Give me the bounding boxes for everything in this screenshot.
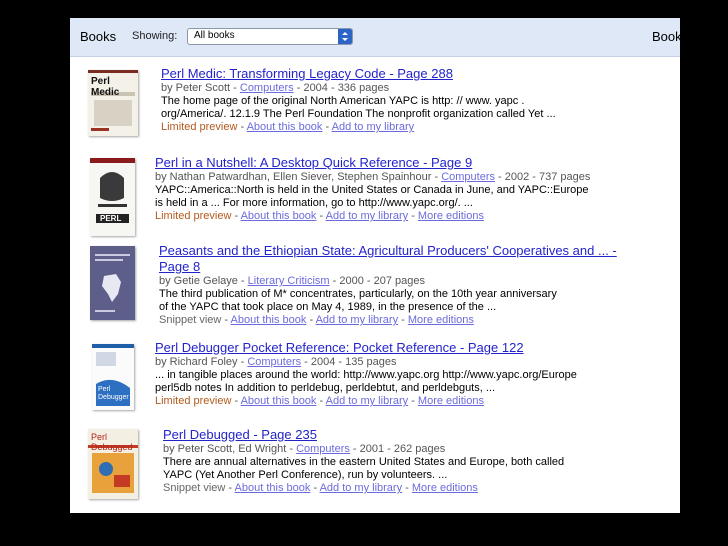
result-links: Limited preview - About this book - Add … (155, 210, 484, 222)
category-link[interactable]: Computers (240, 82, 294, 94)
more-editions-link[interactable]: More editions (408, 314, 474, 326)
result-meta: by Getie Gelaye - Literary Criticism - 2… (159, 275, 425, 287)
result-links: Limited preview - About this book - Add … (155, 395, 484, 407)
result-title[interactable]: Perl Debugged - Page 235 (163, 427, 564, 443)
more-editions-link[interactable]: More editions (412, 482, 478, 494)
add-library-link[interactable]: Add to my library (316, 314, 399, 326)
book-cover-thumbnail[interactable]: Perl Debugged (88, 429, 138, 499)
result-meta: by Richard Foley - Computers - 2004 - 13… (155, 356, 397, 368)
result-links: Snippet view - About this book - Add to … (159, 314, 474, 326)
cover-title: PERL (100, 214, 122, 223)
cover-title: Perl Debugger (98, 386, 129, 401)
add-library-link[interactable]: Add to my library (326, 210, 409, 222)
cover-title: Perl Medic (91, 76, 120, 98)
preview-status: Snippet view (159, 314, 222, 326)
add-library-link[interactable]: Add to my library (320, 482, 403, 494)
snippet-line: ... in tangible places around the world:… (155, 369, 577, 381)
book-cover-thumbnail[interactable] (90, 246, 135, 320)
result-links: Limited preview - About this book - Add … (161, 121, 415, 133)
category-link[interactable]: Computers (296, 443, 350, 455)
result-links: Snippet view - About this book - Add to … (163, 482, 478, 494)
preview-status: Limited preview (155, 395, 232, 407)
snippet-line: YAPC::America::North is held in the Unit… (155, 184, 589, 196)
result-title[interactable]: Perl Medic: Transforming Legacy Code - P… (161, 66, 556, 82)
snippet-line: There are annual alternatives in the eas… (163, 456, 565, 468)
showing-select[interactable]: All books (187, 28, 353, 45)
result-meta: by Peter Scott - Computers - 2004 - 336 … (161, 82, 390, 94)
about-book-link[interactable]: About this book (241, 395, 317, 407)
cover-title: Perl Debugged (91, 432, 133, 452)
snippet-line: The third publication of M* concentrates… (159, 288, 557, 300)
about-book-link[interactable]: About this book (247, 121, 323, 133)
books-title[interactable]: Books (80, 29, 116, 44)
result-title-continued[interactable]: Page 8 (159, 259, 617, 275)
book-cover-thumbnail[interactable]: Perl Debugger (92, 344, 134, 410)
about-book-link[interactable]: About this book (241, 210, 317, 222)
result-meta: by Nathan Patwardhan, Ellen Siever, Step… (155, 171, 591, 183)
category-link[interactable]: Computers (441, 171, 495, 183)
result-title[interactable]: Perl Debugger Pocket Reference: Pocket R… (155, 340, 577, 356)
snippet-line: The home page of the original North Amer… (161, 95, 525, 107)
category-link[interactable]: Computers (247, 356, 301, 368)
result-title[interactable]: Peasants and the Ethiopian State: Agricu… (159, 243, 617, 259)
preview-status: Snippet view (163, 482, 226, 494)
add-library-link[interactable]: Add to my library (332, 121, 415, 133)
preview-status: Limited preview (161, 121, 238, 133)
snippet-line: perl5db notes In addition to perldebug, … (155, 382, 496, 394)
preview-status: Limited preview (155, 210, 232, 222)
snippet-line: is held in a ... For more information, g… (155, 197, 473, 209)
snippet-line: YAPC (Yet Another Perl Conference), run … (163, 469, 448, 481)
books-window: Books Showing: All books Book Perl Medic… (70, 18, 680, 513)
top-bar: Books Showing: All books Book (70, 18, 680, 57)
showing-label: Showing: (132, 30, 178, 42)
snippet-line: org/America/. 12.1.9 The Perl Foundation… (161, 108, 556, 120)
result-meta: by Peter Scott, Ed Wright - Computers - … (163, 443, 446, 455)
more-editions-link[interactable]: More editions (418, 210, 484, 222)
showing-select-value: All books (194, 30, 235, 41)
book-search-label: Book (652, 29, 680, 44)
about-book-link[interactable]: About this book (235, 482, 311, 494)
more-editions-link[interactable]: More editions (418, 395, 484, 407)
result-title[interactable]: Perl in a Nutshell: A Desktop Quick Refe… (155, 155, 590, 171)
book-cover-thumbnail[interactable]: Perl Medic (88, 70, 138, 136)
about-book-link[interactable]: About this book (231, 314, 307, 326)
snippet-line: of the YAPC that took place on May 4, 19… (159, 301, 497, 313)
add-library-link[interactable]: Add to my library (326, 395, 409, 407)
category-link[interactable]: Literary Criticism (248, 275, 330, 287)
book-cover-thumbnail[interactable]: PERL (90, 158, 135, 236)
select-arrows-icon (338, 29, 352, 44)
